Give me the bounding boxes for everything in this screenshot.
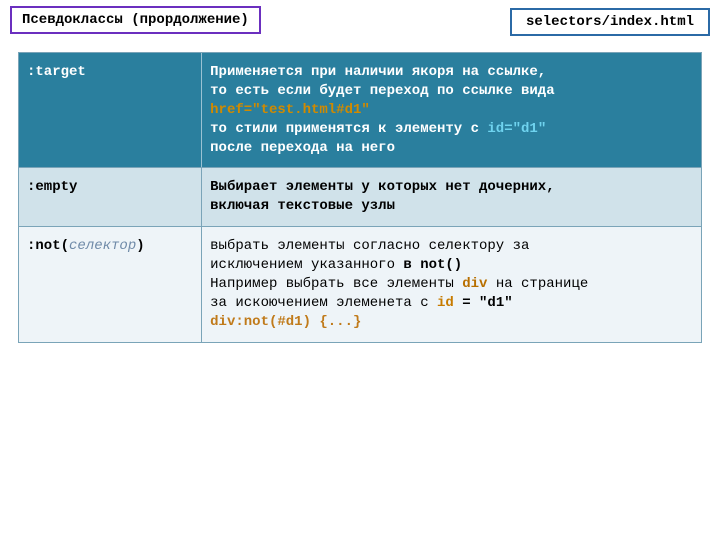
code-href: href="test.html#d1" bbox=[210, 102, 370, 118]
text: выбрать элементы согласно селектору за bbox=[210, 238, 529, 254]
selector-name: :not(селектор) bbox=[19, 227, 202, 341]
eq: = bbox=[454, 295, 479, 311]
pseudoclass-table: :target Применяется при наличии якоря на… bbox=[18, 52, 702, 343]
code-id: id="d1" bbox=[487, 121, 546, 137]
table-row: :not(селектор) выбрать элементы согласно… bbox=[19, 227, 701, 341]
not-param: селектор bbox=[69, 238, 136, 254]
not-suffix: ) bbox=[136, 238, 144, 254]
code-id-val: "d1" bbox=[479, 295, 513, 311]
page-title: Псевдоклассы (прордолжение) bbox=[10, 6, 261, 34]
text: включая текстовые узлы bbox=[210, 198, 395, 214]
code-div: div bbox=[462, 276, 487, 292]
text: за искоючением элеменета с bbox=[210, 295, 437, 311]
text: Применяется при наличии якоря на ссылке, bbox=[210, 64, 546, 80]
text: Например выбрать все элементы bbox=[210, 276, 462, 292]
text-bold: в not() bbox=[403, 257, 462, 273]
table-row: :target Применяется при наличии якоря на… bbox=[19, 53, 701, 168]
not-prefix: :not( bbox=[27, 238, 69, 254]
text: на странице bbox=[487, 276, 588, 292]
table-row: :empty Выбирает элементы у которых нет д… bbox=[19, 168, 701, 227]
text: то есть если будет переход по ссылке вид… bbox=[210, 83, 554, 99]
selector-name: :target bbox=[19, 53, 202, 167]
selector-desc: Выбирает элементы у которых нет дочерних… bbox=[202, 168, 701, 226]
text: то стили применятся к элементу c bbox=[210, 121, 487, 137]
code-example: div:not(#d1) {...} bbox=[210, 314, 361, 330]
text: исключением указанного bbox=[210, 257, 403, 273]
selector-desc: Применяется при наличии якоря на ссылке,… bbox=[202, 53, 701, 167]
file-path: selectors/index.html bbox=[510, 8, 710, 36]
text: после перехода на него bbox=[210, 140, 395, 156]
selector-desc: выбрать элементы согласно селектору за и… bbox=[202, 227, 701, 341]
code-id-label: id bbox=[437, 295, 454, 311]
selector-name: :empty bbox=[19, 168, 202, 226]
text: Выбирает элементы у которых нет дочерних… bbox=[210, 179, 554, 195]
